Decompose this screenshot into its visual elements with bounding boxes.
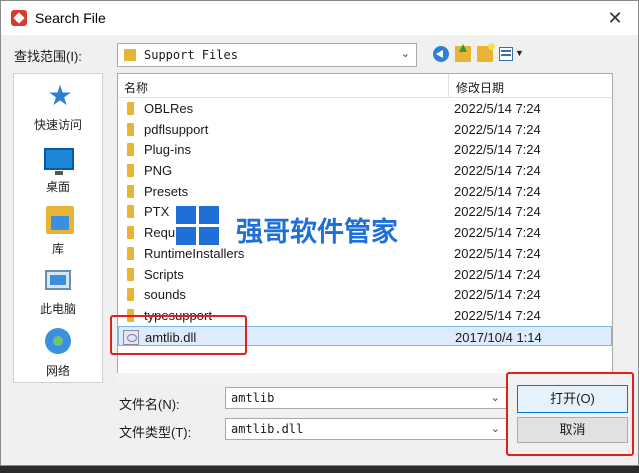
chevron-down-icon[interactable]: ⌄ bbox=[491, 391, 500, 404]
up-folder-icon[interactable] bbox=[455, 44, 471, 62]
table-row[interactable]: Required 2022/5/14 7:24 bbox=[118, 222, 612, 243]
folder-icon bbox=[124, 49, 136, 61]
app-icon bbox=[11, 10, 27, 26]
desktop-icon bbox=[44, 148, 74, 175]
file-date: 2022/5/14 7:24 bbox=[454, 121, 541, 137]
back-icon[interactable] bbox=[433, 46, 449, 62]
folder-icon bbox=[127, 267, 134, 281]
place-label: 库 bbox=[51, 242, 64, 256]
view-dropdown-caret-icon[interactable]: ▼ bbox=[515, 48, 524, 58]
file-name: pdflsupport bbox=[144, 121, 209, 137]
look-in-label: 查找范围(I): bbox=[14, 49, 82, 64]
open-button[interactable]: 打开(O) bbox=[517, 385, 628, 413]
table-row[interactable]: Scripts 2022/5/14 7:24 bbox=[118, 264, 612, 285]
file-type-dropdown[interactable]: amtlib.dll ⌄ bbox=[225, 418, 507, 440]
table-row[interactable]: PTX 2022/5/14 7:24 bbox=[118, 201, 612, 222]
place-this-pc[interactable]: 此电脑 bbox=[14, 262, 102, 322]
file-date: 2022/5/14 7:24 bbox=[454, 307, 541, 323]
file-date: 2022/5/14 7:24 bbox=[454, 142, 541, 158]
table-row[interactable]: PNG 2022/5/14 7:24 bbox=[118, 160, 612, 181]
file-type-value: amtlib.dll bbox=[231, 422, 304, 436]
folder-icon bbox=[127, 226, 134, 240]
file-name: sounds bbox=[144, 287, 186, 303]
place-label: 快速访问 bbox=[33, 118, 82, 132]
file-name: Presets bbox=[144, 183, 189, 199]
network-icon bbox=[45, 328, 71, 354]
place-label: 桌面 bbox=[45, 180, 70, 194]
file-date: 2017/10/4 1:14 bbox=[455, 329, 542, 345]
table-row[interactable]: RuntimeInstallers 2022/5/14 7:24 bbox=[118, 243, 612, 264]
folder-icon bbox=[127, 205, 134, 219]
chevron-down-icon[interactable]: ⌄ bbox=[401, 47, 410, 60]
table-row[interactable]: OBLRes 2022/5/14 7:24 bbox=[118, 98, 612, 119]
file-date: 2022/5/14 7:24 bbox=[454, 163, 541, 179]
file-list[interactable]: 名称 ˆ 修改日期 OBLRes 2022/5/14 7:24 pdflsuppo… bbox=[117, 73, 613, 383]
table-row[interactable]: sounds 2022/5/14 7:24 bbox=[118, 284, 612, 305]
column-divider[interactable] bbox=[448, 74, 449, 98]
file-name: Plug-ins bbox=[144, 142, 191, 158]
file-name: PTX bbox=[144, 204, 170, 220]
folder-icon bbox=[127, 308, 134, 322]
computer-icon bbox=[45, 270, 71, 290]
place-library[interactable]: 库 bbox=[14, 202, 102, 262]
close-button[interactable]: ✕ bbox=[602, 5, 628, 31]
table-row[interactable]: typesupport 2022/5/14 7:24 bbox=[118, 305, 612, 326]
table-row[interactable]: Plug-ins 2022/5/14 7:24 bbox=[118, 139, 612, 160]
folder-icon bbox=[127, 288, 134, 302]
horizontal-scrollbar[interactable] bbox=[117, 373, 613, 383]
new-folder-icon[interactable] bbox=[477, 43, 495, 62]
place-quick-access[interactable]: ★ 快速访问 bbox=[14, 78, 102, 138]
look-in-dropdown[interactable]: Support Files ⌄ bbox=[117, 43, 417, 67]
file-rows: OBLRes 2022/5/14 7:24 pdflsupport 2022/5/1… bbox=[118, 98, 612, 347]
table-row-selected[interactable]: amtlib.dll 2017/10/4 1:14 bbox=[118, 325, 612, 347]
chevron-down-icon[interactable]: ⌄ bbox=[491, 422, 500, 435]
file-date: 2022/5/14 7:24 bbox=[454, 101, 541, 116]
place-desktop[interactable]: 桌面 bbox=[14, 140, 102, 200]
title-bar: Search File ✕ bbox=[1, 1, 638, 35]
file-name: amtlib.dll bbox=[145, 329, 197, 345]
file-name-value: amtlib bbox=[231, 391, 275, 405]
navigation-toolbar: ▼ bbox=[429, 43, 529, 66]
file-date: 2022/5/14 7:24 bbox=[454, 183, 541, 199]
table-row[interactable]: pdflsupport 2022/5/14 7:24 bbox=[118, 119, 612, 140]
file-date: 2022/5/14 7:24 bbox=[454, 225, 541, 241]
folder-icon bbox=[127, 143, 134, 157]
look-in-value: Support Files bbox=[144, 48, 238, 62]
file-date: 2022/5/14 7:24 bbox=[454, 245, 541, 261]
place-label: 网络 bbox=[45, 364, 70, 378]
sort-ascending-icon: ˆ bbox=[276, 73, 280, 83]
view-menu-icon[interactable] bbox=[499, 47, 513, 61]
file-name: Scripts bbox=[144, 266, 184, 282]
dll-file-icon bbox=[123, 329, 139, 345]
file-date: 2022/5/14 7:24 bbox=[454, 266, 541, 282]
library-icon bbox=[46, 206, 74, 234]
file-name: OBLRes bbox=[144, 101, 194, 116]
file-name-input[interactable]: amtlib ⌄ bbox=[225, 387, 507, 409]
column-name-header[interactable]: 名称 bbox=[124, 79, 148, 96]
file-name: Required bbox=[144, 225, 197, 241]
place-network[interactable]: 网络 bbox=[14, 324, 102, 384]
place-label: 此电脑 bbox=[39, 302, 76, 316]
file-type-label: 文件类型(T): bbox=[119, 425, 192, 440]
table-row[interactable]: Presets 2022/5/14 7:24 bbox=[118, 181, 612, 202]
file-name: typesupport bbox=[144, 307, 212, 323]
cancel-button[interactable]: 取消 bbox=[517, 417, 628, 443]
file-name: PNG bbox=[144, 163, 173, 179]
star-icon: ★ bbox=[47, 80, 73, 111]
window-title: Search File bbox=[35, 10, 106, 26]
folder-icon bbox=[127, 102, 134, 115]
column-date-header[interactable]: 修改日期 bbox=[456, 79, 504, 96]
folder-icon bbox=[127, 164, 134, 178]
folder-icon bbox=[127, 122, 134, 136]
folder-icon bbox=[127, 184, 134, 198]
search-file-dialog: Search File ✕ 查找范围(I): Support Files ⌄ ▼… bbox=[0, 0, 639, 466]
places-bar: ★ 快速访问 桌面 库 此电脑 网络 bbox=[13, 73, 103, 383]
file-date: 2022/5/14 7:24 bbox=[454, 204, 541, 220]
file-name-label: 文件名(N): bbox=[119, 397, 180, 412]
file-name: RuntimeInstallers bbox=[144, 245, 245, 261]
column-header: 名称 ˆ 修改日期 bbox=[118, 74, 612, 98]
file-date: 2022/5/14 7:24 bbox=[454, 287, 541, 303]
folder-icon bbox=[127, 246, 134, 260]
